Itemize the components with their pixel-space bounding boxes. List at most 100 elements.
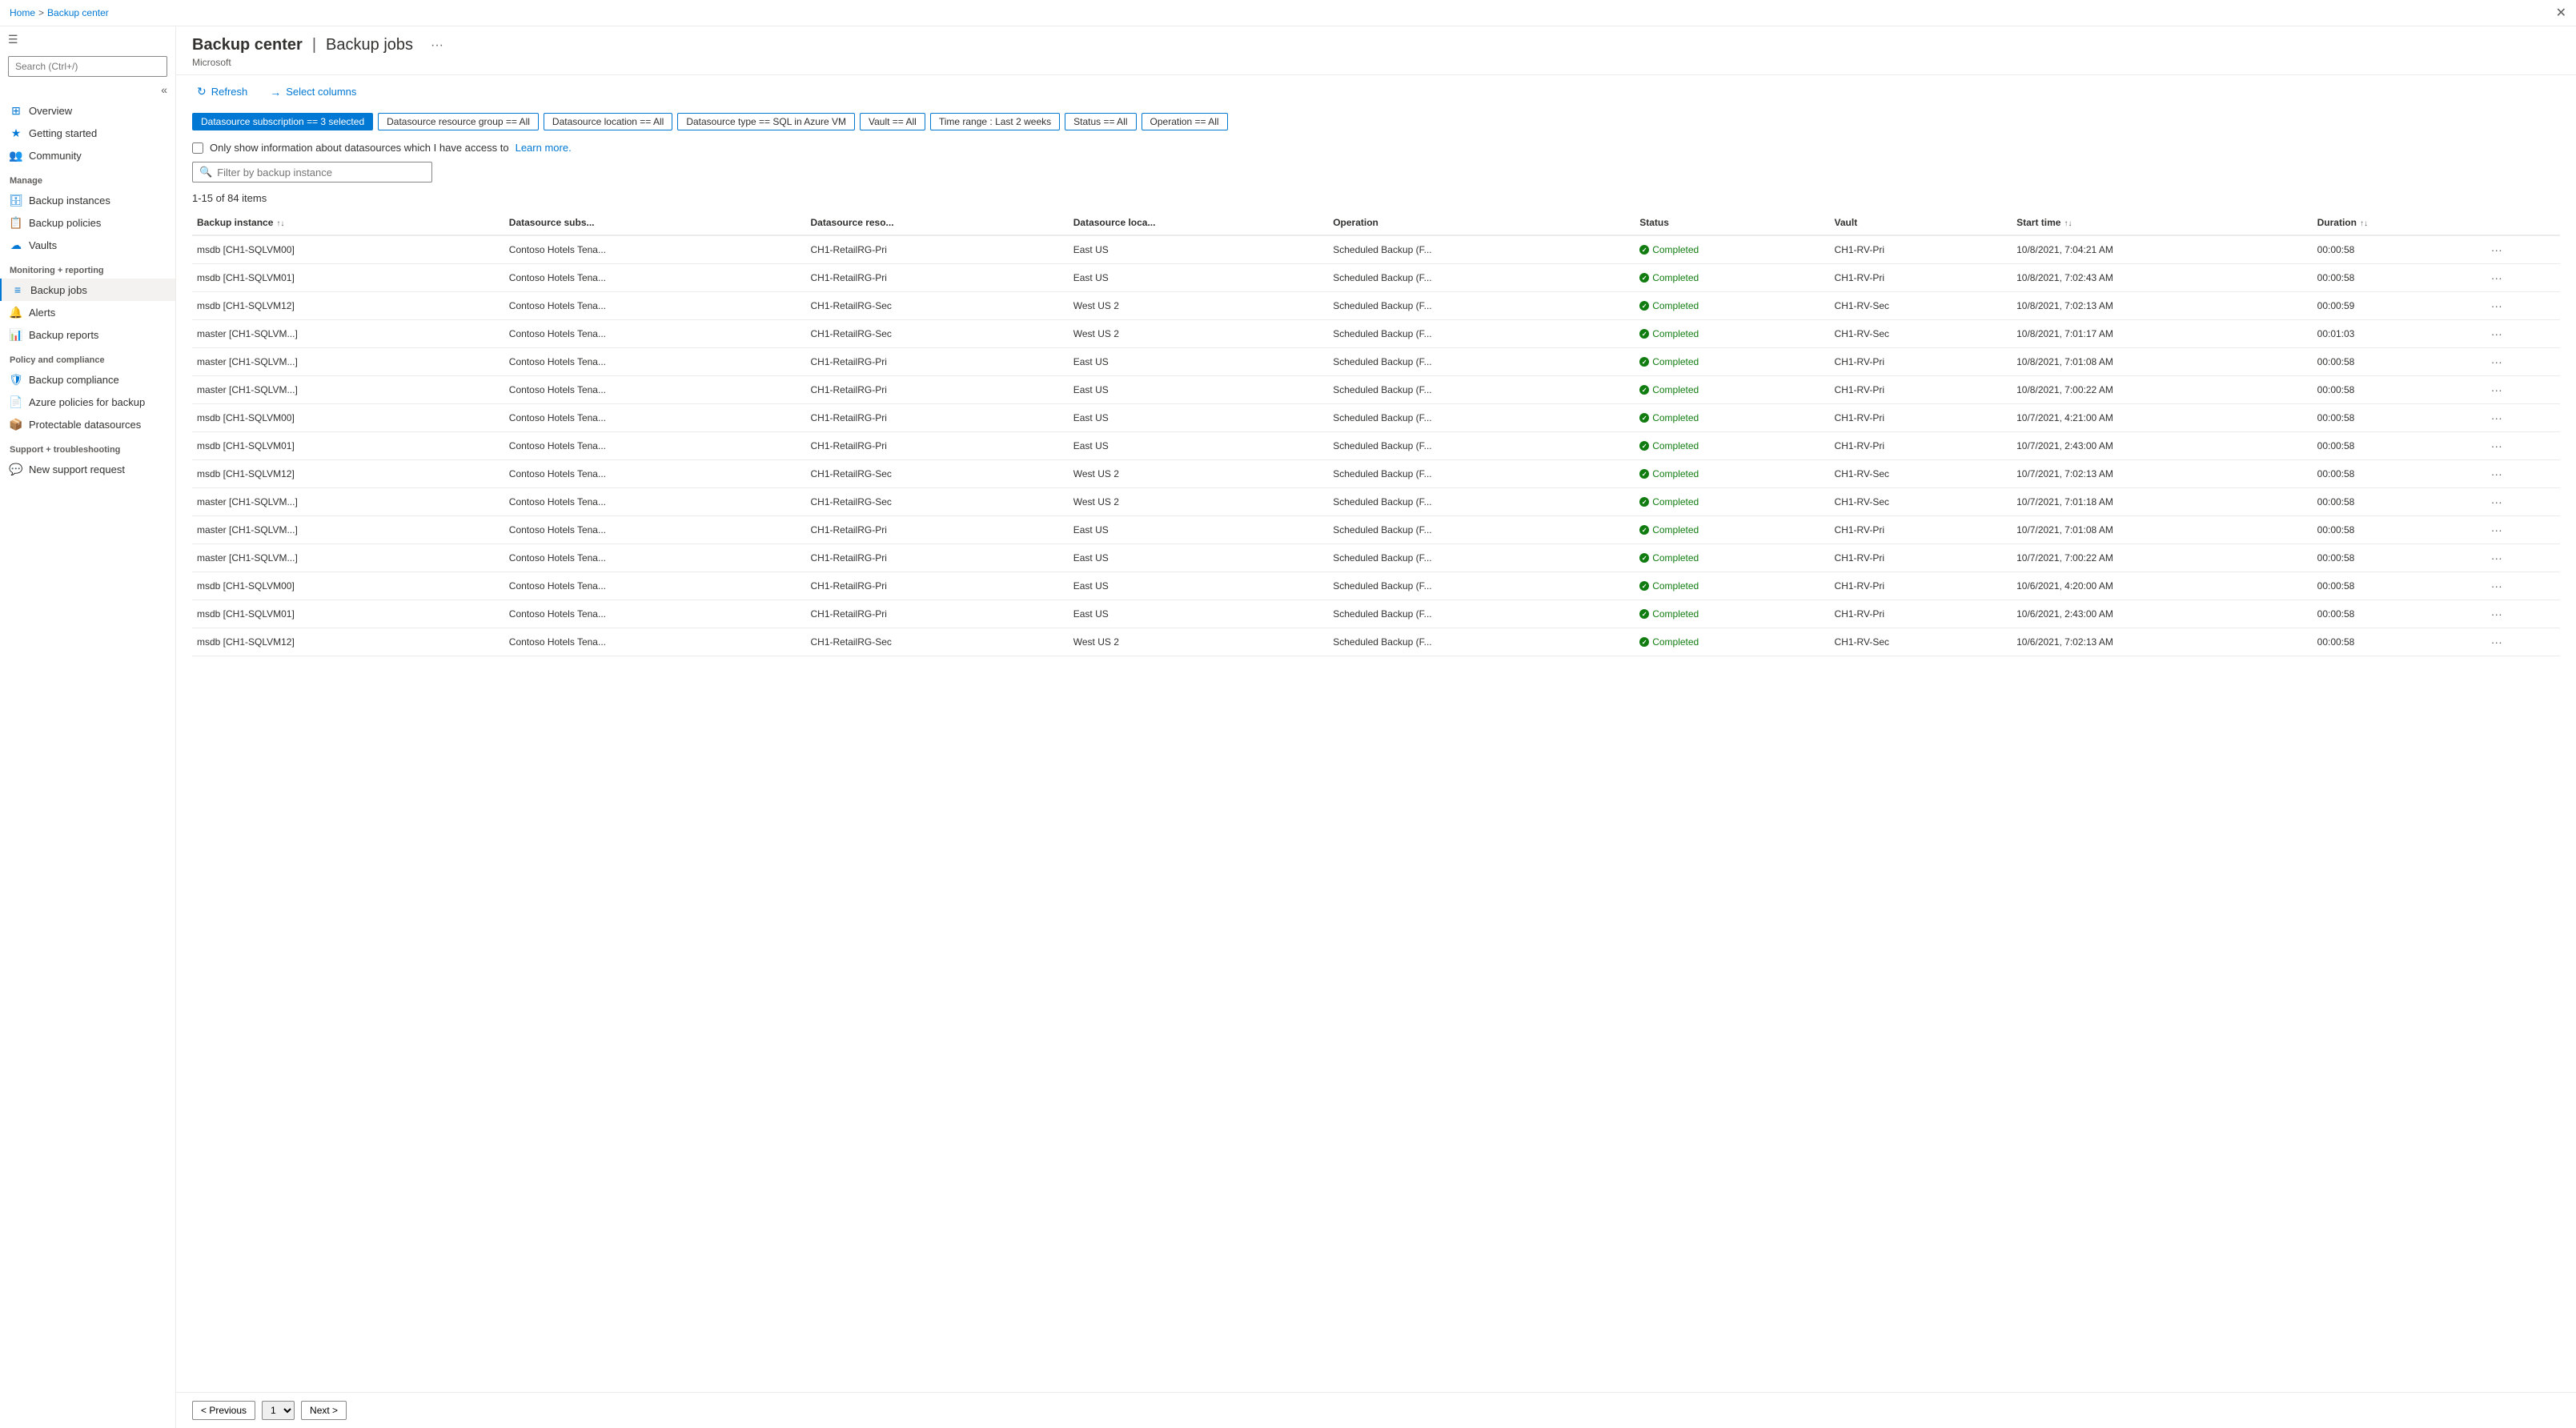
people-icon: 👥	[10, 149, 22, 162]
cell-vault: CH1-RV-Pri	[1830, 516, 2012, 544]
status-completed: Completed	[1639, 580, 1824, 592]
cell-backup_instance: msdb [CH1-SQLVM01]	[192, 600, 504, 628]
cell-duration: 00:00:58	[2313, 488, 2483, 516]
table-row[interactable]: master [CH1-SQLVM...]Contoso Hotels Tena…	[192, 320, 2560, 348]
more-options-button[interactable]: ···	[426, 37, 448, 54]
cell-backup_instance: msdb [CH1-SQLVM12]	[192, 292, 504, 320]
status-completed: Completed	[1639, 636, 1824, 648]
table-row[interactable]: msdb [CH1-SQLVM00]Contoso Hotels Tena...…	[192, 404, 2560, 432]
table-row[interactable]: msdb [CH1-SQLVM01]Contoso Hotels Tena...…	[192, 432, 2560, 460]
sidebar-item-new_support_request[interactable]: 💬New support request	[0, 458, 175, 480]
cell-backup_instance: msdb [CH1-SQLVM00]	[192, 572, 504, 600]
row-more-button[interactable]: ···	[2488, 494, 2506, 510]
sidebar-item-backup_instances[interactable]: 🗄Backup instances	[0, 189, 175, 211]
select-columns-icon: →	[270, 86, 281, 98]
learn-more-link[interactable]: Learn more.	[516, 142, 572, 154]
sidebar-item-backup_compliance[interactable]: 🛡Backup compliance	[0, 368, 175, 391]
table-row[interactable]: master [CH1-SQLVM...]Contoso Hotels Tena…	[192, 516, 2560, 544]
row-more-button[interactable]: ···	[2488, 326, 2506, 342]
row-more-button[interactable]: ···	[2488, 606, 2506, 622]
sidebar-section-monitoring-+-reporting: Monitoring + reporting	[0, 256, 175, 279]
filter-chip-time_range[interactable]: Time range : Last 2 weeks	[930, 113, 1060, 130]
sidebar-item-label-backup_reports: Backup reports	[29, 329, 98, 341]
row-more-button[interactable]: ···	[2488, 382, 2506, 398]
filter-chip-status[interactable]: Status == All	[1065, 113, 1136, 130]
select-columns-button[interactable]: → Select columns	[265, 82, 361, 102]
sidebar-item-community[interactable]: 👥Community	[0, 144, 175, 166]
filter-chip-datasource_type[interactable]: Datasource type == SQL in Azure VM	[677, 113, 855, 130]
row-more-button[interactable]: ···	[2488, 438, 2506, 454]
sidebar-item-backup_reports[interactable]: 📊Backup reports	[0, 323, 175, 346]
row-more-button[interactable]: ···	[2488, 270, 2506, 286]
row-more-button[interactable]: ···	[2488, 242, 2506, 258]
cell-duration: 00:00:58	[2313, 235, 2483, 264]
cell-actions: ···	[2483, 376, 2560, 404]
cell-datasource_subs: Contoso Hotels Tena...	[504, 404, 806, 432]
breadcrumb-home[interactable]: Home	[10, 7, 35, 18]
table-row[interactable]: master [CH1-SQLVM...]Contoso Hotels Tena…	[192, 348, 2560, 376]
filter-chip-datasource_location[interactable]: Datasource location == All	[544, 113, 672, 130]
row-more-button[interactable]: ···	[2488, 298, 2506, 314]
table-row[interactable]: msdb [CH1-SQLVM00]Contoso Hotels Tena...…	[192, 572, 2560, 600]
filter-chip-vault[interactable]: Vault == All	[860, 113, 925, 130]
row-more-button[interactable]: ···	[2488, 410, 2506, 426]
table-row[interactable]: msdb [CH1-SQLVM12]Contoso Hotels Tena...…	[192, 628, 2560, 656]
jobs-icon: ≡	[11, 283, 24, 296]
prev-page-button[interactable]: < Previous	[192, 1401, 255, 1420]
row-more-button[interactable]: ···	[2488, 578, 2506, 594]
close-button[interactable]: ✕	[2556, 5, 2566, 21]
breadcrumb-section[interactable]: Backup center	[47, 7, 109, 18]
col-header-datasource_subs: Datasource subs...	[504, 211, 806, 235]
sidebar-item-getting_started[interactable]: ★Getting started	[0, 122, 175, 144]
cell-datasource_reso: CH1-RetailRG-Sec	[806, 628, 1069, 656]
sidebar-item-alerts[interactable]: 🔔Alerts	[0, 301, 175, 323]
cell-datasource_loca: East US	[1069, 376, 1328, 404]
table-row[interactable]: msdb [CH1-SQLVM12]Contoso Hotels Tena...…	[192, 292, 2560, 320]
filter-chip-datasource_subscription[interactable]: Datasource subscription == 3 selected	[192, 113, 373, 130]
cell-actions: ···	[2483, 264, 2560, 292]
sidebar-item-label-getting_started: Getting started	[29, 127, 97, 139]
cell-actions: ···	[2483, 516, 2560, 544]
refresh-button[interactable]: ↻ Refresh	[192, 82, 252, 102]
cell-status: Completed	[1635, 544, 1829, 572]
cell-datasource_loca: West US 2	[1069, 488, 1328, 516]
page-select[interactable]: 1	[262, 1401, 295, 1420]
sidebar-item-backup_jobs[interactable]: ≡Backup jobs	[0, 279, 175, 301]
cell-vault: CH1-RV-Sec	[1830, 292, 2012, 320]
col-header-backup_instance[interactable]: Backup instance ↑↓	[192, 211, 504, 235]
next-page-button[interactable]: Next >	[301, 1401, 347, 1420]
filter-chip-datasource_resource_group[interactable]: Datasource resource group == All	[378, 113, 539, 130]
sidebar-item-backup_policies[interactable]: 📋Backup policies	[0, 211, 175, 234]
sidebar-item-vaults[interactable]: ☁Vaults	[0, 234, 175, 256]
access-checkbox[interactable]	[192, 142, 203, 154]
search-input[interactable]	[8, 56, 167, 77]
col-header-duration[interactable]: Duration ↑↓	[2313, 211, 2483, 235]
status-completed: Completed	[1639, 272, 1824, 283]
status-completed: Completed	[1639, 440, 1824, 451]
row-more-button[interactable]: ···	[2488, 522, 2506, 538]
sidebar-item-protectable_datasources[interactable]: 📦Protectable datasources	[0, 413, 175, 435]
table-row[interactable]: master [CH1-SQLVM...]Contoso Hotels Tena…	[192, 488, 2560, 516]
row-more-button[interactable]: ···	[2488, 634, 2506, 650]
row-more-button[interactable]: ···	[2488, 550, 2506, 566]
sidebar-item-overview[interactable]: ⊞Overview	[0, 99, 175, 122]
filter-input[interactable]	[217, 166, 425, 178]
status-completed: Completed	[1639, 244, 1824, 255]
collapse-sidebar-button[interactable]: «	[161, 83, 167, 96]
table-row[interactable]: msdb [CH1-SQLVM01]Contoso Hotels Tena...…	[192, 600, 2560, 628]
row-more-button[interactable]: ···	[2488, 354, 2506, 370]
table-row[interactable]: msdb [CH1-SQLVM12]Contoso Hotels Tena...…	[192, 460, 2560, 488]
filter-chip-operation[interactable]: Operation == All	[1142, 113, 1228, 130]
breadcrumb: Home > Backup center	[10, 7, 109, 18]
row-more-button[interactable]: ···	[2488, 466, 2506, 482]
sort-icon-start_time: ↑↓	[2064, 219, 2072, 228]
table-row[interactable]: master [CH1-SQLVM...]Contoso Hotels Tena…	[192, 544, 2560, 572]
table-row[interactable]: msdb [CH1-SQLVM01]Contoso Hotels Tena...…	[192, 264, 2560, 292]
sidebar-item-azure_policies[interactable]: 📄Azure policies for backup	[0, 391, 175, 413]
cell-start_time: 10/7/2021, 7:02:13 AM	[2012, 460, 2313, 488]
table-row[interactable]: msdb [CH1-SQLVM00]Contoso Hotels Tena...…	[192, 235, 2560, 264]
main-layout: ☰ « ⊞Overview★Getting started👥CommunityM…	[0, 26, 2576, 1428]
cell-datasource_loca: East US	[1069, 544, 1328, 572]
table-row[interactable]: master [CH1-SQLVM...]Contoso Hotels Tena…	[192, 376, 2560, 404]
col-header-start_time[interactable]: Start time ↑↓	[2012, 211, 2313, 235]
